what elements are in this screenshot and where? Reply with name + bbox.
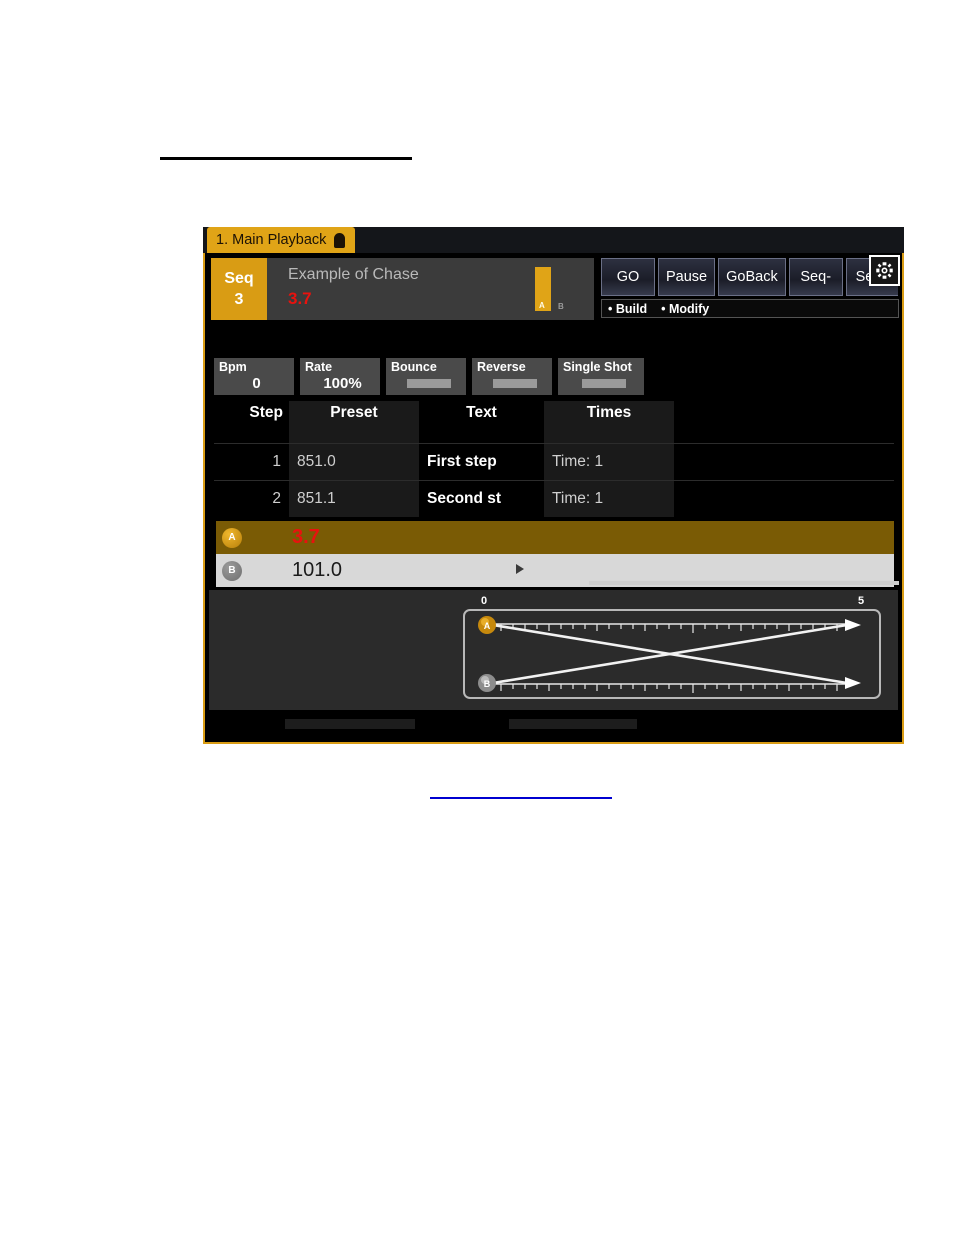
timeline-scale-start: 0	[481, 595, 488, 607]
single-shot-label: Single Shot	[563, 360, 632, 374]
single-shot-toggle[interactable]: Single Shot	[558, 358, 644, 395]
table-row[interactable]: 1 851.0 First step Time: 1	[214, 443, 894, 480]
option-button-row: Bpm 0 Rate 100% Bounce Reverse Single Sh…	[214, 358, 644, 395]
cell-text: First step	[427, 453, 497, 470]
cell-preset: 851.1	[289, 481, 419, 517]
rate-label: Rate	[305, 360, 333, 374]
modify-label[interactable]: Modify	[661, 302, 709, 316]
executor-a-icon: A	[222, 527, 242, 548]
gear-icon[interactable]	[869, 255, 900, 286]
step-table: Step Preset Text Times 1 851.0 First ste…	[214, 401, 894, 517]
column-header-step[interactable]: Step	[214, 401, 289, 443]
bounce-label: Bounce	[391, 360, 437, 374]
graph-horizontal-scrollbar[interactable]	[589, 581, 899, 585]
build-label[interactable]: Build	[608, 302, 647, 316]
bottom-scroll-strip	[209, 710, 898, 738]
fader-a-label: A	[539, 301, 545, 310]
executor-b-value: 101.0	[292, 559, 343, 581]
fader-b-label: B	[558, 302, 564, 311]
tab-strip: 1. Main Playback	[203, 227, 904, 253]
lock-icon	[333, 232, 346, 248]
seq-badge-label: Seq	[224, 269, 254, 287]
seq-badge[interactable]: Seq 3	[211, 258, 267, 320]
timeline-graph[interactable]: A B	[463, 609, 881, 699]
seq-minus-button[interactable]: Seq-	[788, 258, 843, 296]
column-header-times[interactable]: Times	[544, 401, 674, 443]
fader-indicator[interactable]: A B	[535, 267, 583, 313]
executor-list: A 3.7 B 101.0	[216, 521, 894, 587]
cell-preset: 851.0	[289, 444, 419, 480]
go-button[interactable]: GO	[601, 258, 655, 296]
cell-step: 1	[272, 453, 281, 470]
column-header-spacer	[674, 401, 894, 443]
rate-value: 100%	[323, 375, 362, 392]
cell-times: Time: 1	[544, 481, 674, 517]
sequence-header: Seq 3 Example of Chase 3.7 A B GO Pause …	[211, 255, 900, 320]
cell-spacer	[674, 481, 894, 517]
command-button-row: GO Pause GoBack Seq- Seq+	[601, 258, 898, 296]
sequence-name: Example of Chase	[288, 266, 419, 283]
sequence-value: 3.7	[288, 289, 312, 308]
heading-underline	[160, 157, 412, 160]
column-header-text[interactable]: Text	[419, 401, 544, 443]
build-modify-bar: Build Modify	[601, 299, 899, 318]
svg-text:B: B	[484, 679, 491, 689]
tab-main-playback[interactable]: 1. Main Playback	[207, 227, 356, 253]
timeline-panel: 0 5 A B	[209, 581, 899, 710]
column-header-preset[interactable]: Preset	[289, 401, 419, 443]
reverse-state-swatch	[492, 379, 537, 388]
bpm-label: Bpm	[219, 360, 247, 374]
command-area: GO Pause GoBack Seq- Seq+ Build Modify	[601, 255, 900, 320]
cell-text: Second st	[427, 490, 502, 507]
executor-row-a[interactable]: A 3.7	[216, 521, 894, 554]
pause-button[interactable]: Pause	[658, 258, 716, 296]
executor-a-value: 3.7	[292, 526, 320, 548]
scrollbar-thumb-right[interactable]	[509, 719, 637, 729]
svg-text:A: A	[484, 621, 491, 631]
cell-step: 2	[272, 490, 281, 507]
fader-a-bar[interactable]: A	[535, 267, 551, 311]
bounce-toggle[interactable]: Bounce	[386, 358, 466, 395]
reverse-toggle[interactable]: Reverse	[472, 358, 552, 395]
tab-label: 1. Main Playback	[216, 231, 327, 248]
bpm-button[interactable]: Bpm 0	[214, 358, 294, 395]
cell-times: Time: 1	[544, 444, 674, 480]
table-row[interactable]: 2 851.1 Second st Time: 1	[214, 480, 894, 517]
console-body: Seq 3 Example of Chase 3.7 A B GO Pause …	[203, 253, 904, 744]
play-cursor-icon	[516, 564, 524, 574]
bpm-value: 0	[252, 375, 261, 392]
seq-badge-number: 3	[234, 290, 244, 308]
link-underline[interactable]	[430, 797, 612, 799]
cell-spacer	[674, 444, 894, 480]
timeline-scale-end: 5	[858, 595, 865, 607]
bounce-state-swatch	[406, 379, 451, 388]
console-window: 1. Main Playback Seq 3 Example of Chase …	[203, 227, 904, 744]
sequence-info[interactable]: Example of Chase 3.7 A B	[267, 258, 594, 320]
goback-button[interactable]: GoBack	[718, 258, 786, 296]
single-shot-state-swatch	[581, 379, 626, 388]
reverse-label: Reverse	[477, 360, 526, 374]
scrollbar-thumb-left[interactable]	[285, 719, 415, 729]
rate-button[interactable]: Rate 100%	[300, 358, 380, 395]
executor-b-icon: B	[222, 560, 242, 581]
table-header-row: Step Preset Text Times	[214, 401, 894, 443]
